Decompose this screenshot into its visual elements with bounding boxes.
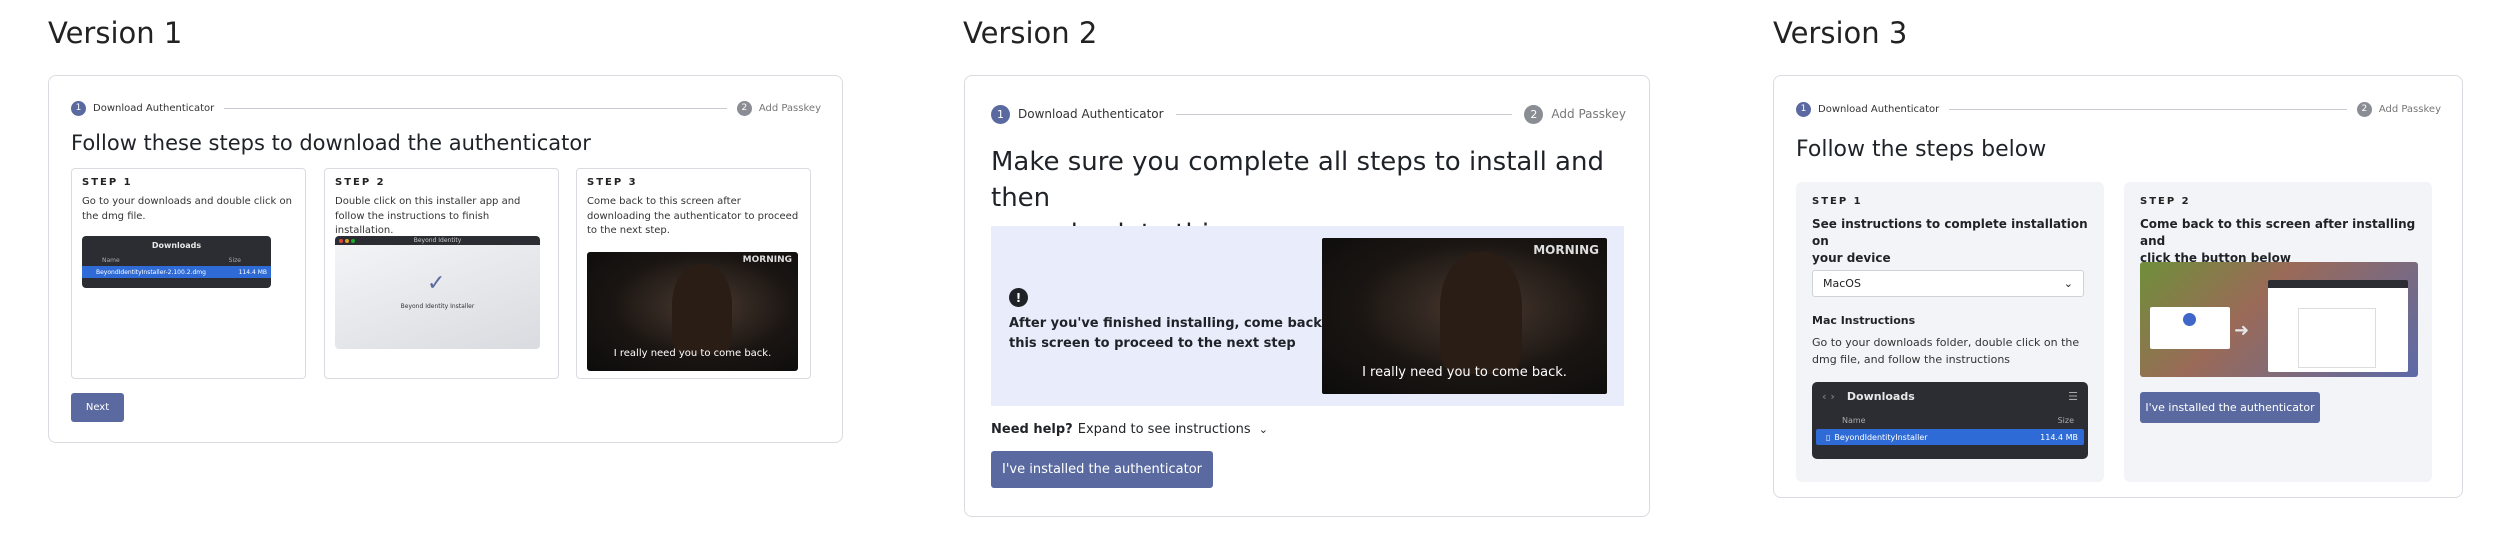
- step-2-label: Add Passkey: [2378, 103, 2441, 115]
- step-1-indicator: 1: [1796, 101, 1811, 117]
- notice-text: After you've finished installing, come b…: [1009, 316, 1342, 351]
- column-headers: Name Size: [1812, 411, 2088, 429]
- progress-stepper: 1 Download Authenticator 2 Add Passkey: [1796, 101, 2441, 117]
- installer-window: Beyond Identity ✓ Beyond Identity Instal…: [335, 236, 540, 349]
- page-heading: Follow these steps to download the authe…: [71, 131, 591, 155]
- progress-stepper: 1 Download Authenticator 2 Add Passkey: [71, 100, 821, 116]
- file-name: ▯ BeyondIdentityInstaller: [1826, 432, 1928, 442]
- mac-instructions-title: Mac Instructions: [1812, 314, 1916, 327]
- video-still-image: MORNING I really need you to come back.: [587, 252, 798, 371]
- alert-icon: !: [1009, 288, 1028, 307]
- tv-show-logo: MORNING: [742, 255, 792, 265]
- step-label: STEP 2: [2140, 196, 2191, 207]
- stepper-line: [1949, 108, 2347, 110]
- version-3-title: Version 3: [1773, 16, 1908, 50]
- os-select[interactable]: MacOS ⌄: [1812, 270, 2084, 297]
- notice-panel: ! After you've finished installing, come…: [991, 226, 1624, 406]
- version-2-title: Version 2: [963, 16, 1098, 50]
- video-still-image: MORNING I really need you to come back.: [1322, 238, 1607, 394]
- downloads-title: Downloads: [151, 240, 202, 250]
- chevron-down-icon: ⌄: [2063, 277, 2073, 290]
- list-view-icon: ☰: [2068, 390, 2078, 403]
- installer-window-title: Beyond Identity: [413, 237, 462, 244]
- step-label: STEP 2: [335, 177, 386, 188]
- chevron-down-icon: ⌄: [1258, 423, 1268, 436]
- step-label: STEP 3: [587, 177, 638, 188]
- col-size: Size: [2057, 415, 2074, 425]
- step-text: Come back to this screen after downloadi…: [587, 196, 799, 236]
- step-2-panel: STEP 2 Come back to this screen after in…: [2124, 182, 2432, 482]
- step-2-indicator: 2: [1524, 104, 1544, 124]
- browser-content: [2298, 308, 2376, 368]
- help-label: Need help?: [991, 422, 1073, 437]
- step-label: STEP 1: [1812, 196, 1863, 207]
- person-silhouette: [1440, 252, 1522, 374]
- step-1-label: Download Authenticator: [1018, 107, 1164, 121]
- step-heading: Come back to this screen after installin…: [2140, 217, 2416, 265]
- step-label: STEP 1: [82, 177, 133, 188]
- stepper-line: [1175, 113, 1513, 115]
- desktop-screenshot: ➜: [2140, 262, 2418, 377]
- step-1-box: STEP 1 Go to your downloads and double c…: [71, 168, 306, 379]
- downloads-titlebar: ‹ › Downloads ☰: [1812, 382, 2088, 411]
- help-text: Expand to see instructions: [1077, 422, 1251, 437]
- installer-titlebar: Beyond Identity: [335, 236, 540, 245]
- next-button[interactable]: Next: [71, 393, 124, 422]
- step-2-indicator: 2: [736, 100, 752, 116]
- step-2-label: Add Passkey: [758, 102, 821, 114]
- installed-authenticator-button[interactable]: I've installed the authenticator: [991, 451, 1213, 488]
- step-text: Go to your downloads and double click on…: [82, 196, 292, 222]
- step-text: Double click on this installer app and f…: [335, 196, 521, 236]
- stepper-line: [224, 107, 727, 109]
- step-heading: See instructions to complete installatio…: [1812, 217, 2088, 265]
- person-silhouette: [672, 264, 732, 354]
- downloads-title: Downloads: [1846, 390, 1915, 403]
- video-subtitle: I really need you to come back.: [1362, 365, 1567, 380]
- arrow-right-icon: ➜: [2234, 320, 2250, 340]
- step-1-indicator: 1: [991, 104, 1010, 124]
- col-name: Name: [1842, 415, 1866, 425]
- version-3-card: 1 Download Authenticator 2 Add Passkey F…: [1773, 75, 2463, 498]
- tv-show-logo: MORNING: [1533, 243, 1599, 257]
- os-select-value: MacOS: [1823, 277, 1861, 290]
- download-row[interactable]: BeyondIdentityInstaller-2.100.2.dmg 114.…: [82, 266, 271, 278]
- file-size: 114.4 MB: [238, 268, 267, 276]
- help-expander[interactable]: Need help? Expand to see instructions ⌄: [991, 422, 1268, 437]
- authenticator-logo-icon: [2183, 313, 2196, 326]
- back-forward-icon: ‹ ›: [1822, 390, 1835, 403]
- mac-instructions-text: Go to your downloads folder, double clic…: [1812, 336, 2080, 366]
- step-2-label: Add Passkey: [1551, 107, 1626, 121]
- step-3-box: STEP 3 Come back to this screen after do…: [576, 168, 811, 379]
- step-1-panel: STEP 1 See instructions to complete inst…: [1796, 182, 2104, 482]
- page-heading: Follow the steps below: [1796, 137, 2047, 162]
- step-2-box: STEP 2 Double click on this installer ap…: [324, 168, 559, 379]
- version-2-card: 1 Download Authenticator 2 Add Passkey M…: [964, 75, 1650, 517]
- authenticator-dialog: [2150, 307, 2230, 349]
- file-name: BeyondIdentityInstaller-2.100.2.dmg: [96, 268, 206, 276]
- version-1-title: Version 1: [48, 16, 183, 50]
- col-name: Name: [102, 256, 120, 264]
- installed-authenticator-button[interactable]: I've installed the authenticator: [2140, 392, 2320, 423]
- beyond-identity-logo-icon: ✓: [427, 271, 446, 296]
- browser-window: [2268, 280, 2408, 372]
- step-1-indicator: 1: [71, 100, 86, 116]
- step-1-label: Download Authenticator: [1818, 103, 1940, 115]
- video-subtitle: I really need you to come back.: [613, 348, 772, 359]
- file-icon: ▯: [1826, 432, 1831, 442]
- step-2-indicator: 2: [2356, 101, 2372, 117]
- version-1-card: 1 Download Authenticator 2 Add Passkey F…: [48, 75, 843, 443]
- col-size: Size: [228, 256, 241, 264]
- column-headers: Name Size: [82, 254, 271, 266]
- downloads-window: Downloads Name Size BeyondIdentityInstal…: [82, 236, 271, 288]
- downloads-window: ‹ › Downloads ☰ Name Size ▯ BeyondIdentit…: [1812, 382, 2088, 459]
- progress-stepper: 1 Download Authenticator 2 Add Passkey: [991, 104, 1626, 124]
- download-row[interactable]: ▯ BeyondIdentityInstaller 114.4 MB: [1816, 429, 2084, 445]
- installer-app-label: Beyond Identity Installer: [400, 303, 475, 310]
- file-size: 114.4 MB: [2040, 432, 2078, 442]
- step-1-label: Download Authenticator: [93, 102, 215, 114]
